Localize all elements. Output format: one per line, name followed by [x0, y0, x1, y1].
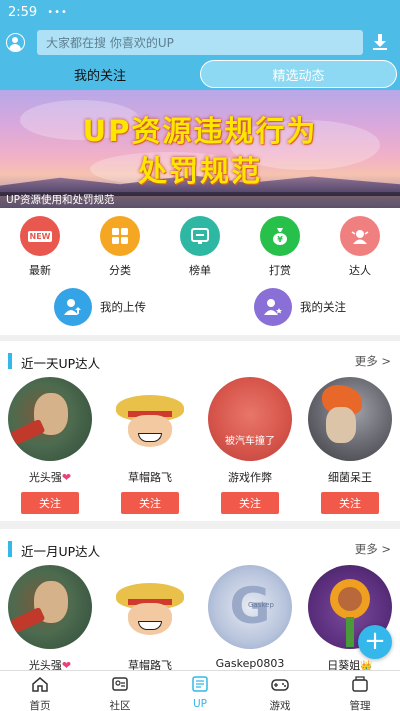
follow-user-icon: [254, 288, 292, 326]
avatar[interactable]: G Gaskep: [208, 565, 292, 649]
tab-my-follow[interactable]: 我的关注: [0, 60, 200, 88]
section-day-top-up: 近一天UP达人 更多 > 光头强❤ 关注 草帽路飞 关注 被汽车撞了 游戏作弊 …: [0, 341, 400, 521]
avatar-overlay-text: 被汽车撞了: [225, 436, 275, 447]
manage-icon: [352, 676, 368, 692]
quick-label-reward: 打赏: [269, 264, 291, 277]
nav-label-up: UP: [192, 698, 208, 710]
status-bar: 2:59 •••: [0, 0, 400, 24]
section-accent-bar: [8, 353, 12, 369]
avatar[interactable]: [8, 565, 92, 649]
new-badge: NEW: [27, 230, 53, 242]
nav-item-home[interactable]: 首页: [0, 671, 80, 711]
grid-icon: [100, 216, 140, 256]
nav-item-community[interactable]: 社区: [80, 671, 160, 711]
upload-user-icon: [54, 288, 92, 326]
quick-item-reward[interactable]: ¥ 打赏: [252, 216, 308, 278]
nav-item-manage[interactable]: 管理: [320, 671, 400, 711]
up-name: 细菌呆王: [328, 471, 372, 484]
banner[interactable]: UP资源违规行为 处罚规范 UP资源使用和处罚规范: [0, 90, 400, 208]
up-name: 草帽路飞: [128, 471, 172, 484]
follow-button[interactable]: 关注: [221, 492, 279, 514]
section-month-more-link[interactable]: 更多 >: [355, 541, 391, 557]
banner-caption: UP资源使用和处罚规范: [0, 192, 400, 208]
up-name: 草帽路飞: [128, 659, 172, 670]
home-icon: [32, 677, 48, 692]
header: 大家都在搜 你喜欢的UP 我的关注 精选动态: [0, 24, 400, 90]
section-accent-bar: [8, 541, 12, 557]
banner-title-line1: UP资源违规行为: [82, 114, 318, 148]
nav-label-manage: 管理: [349, 700, 371, 711]
up-card[interactable]: 细菌呆王 关注: [308, 377, 392, 514]
up-name: 光头强❤: [28, 471, 72, 484]
up-card[interactable]: G Gaskep Gaskep0803: [208, 565, 292, 670]
tab-bar: 我的关注 精选动态: [0, 60, 400, 90]
search-input[interactable]: 大家都在搜 你喜欢的UP: [37, 30, 363, 55]
follow-button[interactable]: 关注: [21, 492, 79, 514]
status-time: 2:59: [8, 4, 38, 20]
heart-icon: ❤: [61, 659, 72, 670]
avatar[interactable]: [108, 565, 192, 649]
avatar[interactable]: 被汽车撞了: [208, 377, 292, 461]
download-icon[interactable]: [372, 33, 388, 51]
quick-label-ranking: 榜单: [189, 264, 211, 277]
up-icon: [192, 676, 208, 692]
section-day-header: 近一天UP达人 更多 >: [0, 341, 400, 375]
follow-button[interactable]: 关注: [121, 492, 179, 514]
avatar[interactable]: [108, 377, 192, 461]
up-name: Gaskep0803: [215, 657, 285, 670]
section-day-title: 近一天UP达人: [21, 356, 101, 371]
up-card[interactable]: 光头强❤: [8, 565, 92, 670]
tab-featured[interactable]: 精选动态: [200, 60, 397, 88]
my-follows-label: 我的关注: [300, 300, 346, 314]
quick-label-category: 分类: [109, 264, 131, 277]
section-month-top-up: 近一月UP达人 更多 > 光头强❤ 草帽路飞 G Gaskep Gaskep08…: [0, 529, 400, 670]
up-name: 游戏作弊: [228, 471, 272, 484]
section-month-header: 近一月UP达人 更多 >: [0, 529, 400, 563]
quick-item-category[interactable]: 分类: [92, 216, 148, 278]
quick-item-ranking[interactable]: 榜单: [172, 216, 228, 278]
section-month-title: 近一月UP达人: [21, 544, 101, 559]
expert-icon: [340, 216, 380, 256]
up-card[interactable]: 被汽车撞了 游戏作弊 关注: [208, 377, 292, 514]
search-placeholder: 大家都在搜 你喜欢的UP: [46, 36, 174, 50]
quick-item-latest[interactable]: NEW 最新: [12, 216, 68, 278]
nav-label-home: 首页: [29, 700, 51, 711]
avatar[interactable]: [8, 377, 92, 461]
nav-label-community: 社区: [109, 700, 131, 711]
chart-board-icon: [180, 216, 220, 256]
up-card[interactable]: 光头强❤ 关注: [8, 377, 92, 514]
up-name: 光头强❤: [28, 659, 72, 670]
user-avatar-icon[interactable]: [6, 33, 25, 52]
banner-title-line2: 处罚规范: [137, 154, 262, 188]
status-dots: •••: [47, 6, 68, 18]
quick-label-latest: 最新: [29, 264, 51, 277]
money-bag-icon: ¥: [260, 216, 300, 256]
crown-icon: 👑: [360, 661, 373, 670]
avatar[interactable]: [308, 377, 392, 461]
avatar-logo-text: Gaskep: [248, 601, 274, 609]
my-uploads-label: 我的上传: [100, 300, 146, 314]
nav-item-games[interactable]: 游戏: [240, 671, 320, 711]
heart-icon: ❤: [61, 471, 72, 484]
quick-label-expert: 达人: [349, 264, 371, 277]
community-icon: [112, 677, 128, 691]
nav-label-games: 游戏: [269, 700, 291, 711]
bottom-nav: 首页 社区 UP 游戏 管理: [0, 670, 400, 711]
follow-button[interactable]: 关注: [321, 492, 379, 514]
nav-item-up[interactable]: UP: [160, 671, 240, 711]
up-name: 日葵姐👑: [327, 659, 373, 670]
up-card[interactable]: 草帽路飞 关注: [108, 377, 192, 514]
gamepad-icon: [271, 679, 289, 691]
add-fab-button[interactable]: +: [358, 625, 392, 659]
section-day-more-link[interactable]: 更多 >: [355, 353, 391, 369]
quick-actions: NEW 最新 分类 榜单 ¥ 打赏 达人 我的上传 我的关注: [0, 208, 400, 335]
quick-item-expert[interactable]: 达人: [332, 216, 388, 278]
quick-item-my-uploads[interactable]: 我的上传: [54, 288, 146, 326]
quick-item-my-follows[interactable]: 我的关注: [254, 288, 346, 326]
new-icon: NEW: [20, 216, 60, 256]
up-card[interactable]: 草帽路飞: [108, 565, 192, 670]
svg-text:¥: ¥: [277, 235, 283, 244]
